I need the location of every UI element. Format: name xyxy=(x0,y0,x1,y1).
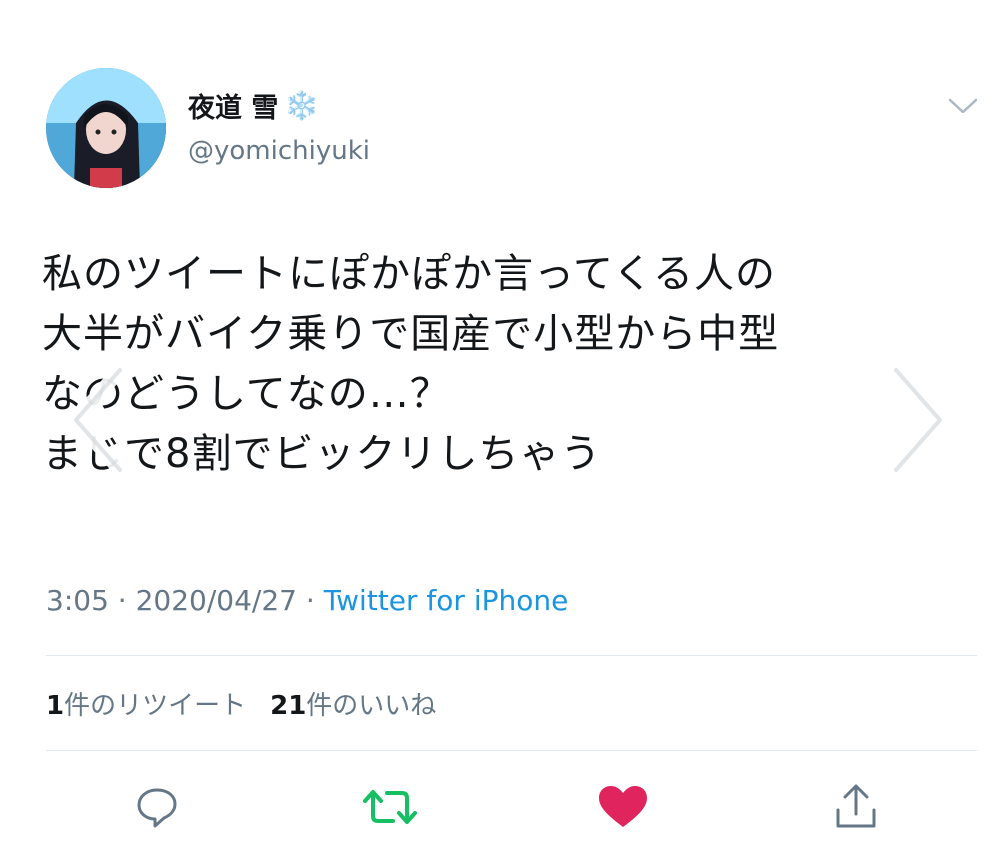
next-arrow-icon[interactable] xyxy=(884,360,954,480)
divider xyxy=(46,750,977,751)
avatar[interactable] xyxy=(46,68,166,188)
tweet-line: 私のツイートにぽかぽか言ってくる人の xyxy=(42,251,776,297)
like-label: 件のいいね xyxy=(306,691,437,721)
display-name[interactable]: 夜道 雪 ❄️ xyxy=(188,86,319,125)
retweet-count: 1 xyxy=(46,691,65,721)
like-stat[interactable]: 21件のいいね xyxy=(270,691,436,721)
meta-separator: · xyxy=(296,584,324,617)
tweet-line: まじで8割でビックリしちゃう xyxy=(42,431,602,477)
display-name-text: 夜道 雪 xyxy=(188,93,279,124)
share-button[interactable] xyxy=(829,780,883,834)
chevron-down-icon[interactable] xyxy=(946,94,980,118)
retweet-label: 件のリツイート xyxy=(64,691,247,721)
tweet-text: 私のツイートにぽかぽか言ってくる人の 大半がバイク乗りで国産で小型から中型 なの… xyxy=(42,244,972,484)
reply-icon xyxy=(137,788,177,828)
heart-icon xyxy=(599,786,647,827)
tweet-stats: 1件のリツイート 21件のいいね xyxy=(46,685,436,722)
tweet-time[interactable]: 3:05 xyxy=(46,584,109,617)
tweet-meta: 3:05 · 2020/04/27 · Twitter for iPhone xyxy=(46,584,568,617)
like-button[interactable] xyxy=(596,780,650,834)
tweet-source-link[interactable]: Twitter for iPhone xyxy=(324,584,569,617)
retweet-button[interactable] xyxy=(363,780,417,834)
snowflake-icon: ❄️ xyxy=(284,89,320,122)
user-handle[interactable]: @yomichiyuki xyxy=(188,136,370,166)
tweet-date[interactable]: 2020/04/27 xyxy=(136,584,297,617)
previous-arrow-icon[interactable] xyxy=(62,360,132,480)
share-icon xyxy=(836,784,876,828)
tweet-line: 大半がバイク乗りで国産で小型から中型 xyxy=(42,311,780,357)
avatar-image xyxy=(46,68,166,188)
retweet-stat[interactable]: 1件のリツイート xyxy=(46,691,246,721)
divider xyxy=(46,655,977,656)
retweet-icon xyxy=(363,790,417,824)
tweet-line: なのどうしてなの…？ xyxy=(42,371,451,417)
reply-button[interactable] xyxy=(130,780,184,834)
like-count: 21 xyxy=(270,691,307,721)
meta-separator: · xyxy=(108,584,136,617)
